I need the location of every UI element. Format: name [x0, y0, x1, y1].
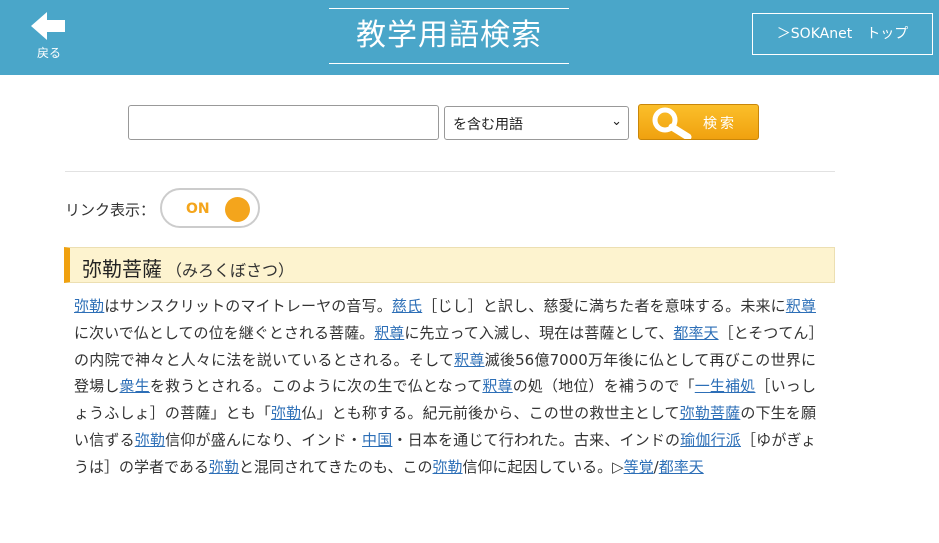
back-button[interactable]: 戻る — [26, 12, 72, 64]
body-text-segment: はサンスクリットのマイトレーヤの音写。 — [104, 297, 392, 315]
entry-term: 弥勒菩薩 （みろくぼさつ） — [82, 253, 294, 282]
search-input[interactable] — [128, 105, 439, 140]
divider — [65, 171, 835, 172]
term-link[interactable]: 都率天 — [673, 324, 718, 342]
term-link[interactable]: 釈尊 — [374, 324, 404, 342]
link-display-label: リンク表示： — [65, 201, 156, 219]
chevron-down-icon: ⌄ — [611, 114, 622, 129]
search-button[interactable]: 検索 — [638, 104, 759, 140]
term-link[interactable]: 慈氏 — [392, 297, 422, 315]
term-link[interactable]: 釈尊 — [786, 297, 816, 315]
toggle-state-label: ON — [186, 201, 210, 217]
term-link[interactable]: 釈尊 — [454, 351, 484, 369]
body-text-segment: ［じし］と訳し、慈愛に満ちた者を意味する。未来に — [422, 297, 786, 315]
search-button-label: 検索 — [703, 116, 737, 132]
entry-term-text: 弥勒菩薩 — [82, 257, 162, 281]
sokanet-top-button[interactable]: ＞SOKAnet トップ — [752, 13, 933, 55]
entry-heading: 弥勒菩薩 （みろくぼさつ） — [64, 247, 835, 283]
term-link[interactable]: 弥勒 — [74, 297, 104, 315]
body-text-segment: に次いで仏としての位を継ぐとされる菩薩。 — [74, 323, 375, 342]
term-link[interactable]: 都率天 — [659, 458, 704, 476]
term-link[interactable]: 釈尊 — [482, 377, 512, 395]
back-label: 戻る — [36, 46, 61, 60]
arrow-left-icon — [31, 12, 65, 40]
entry-reading: （みろくぼさつ） — [166, 261, 295, 280]
term-link[interactable]: 衆生 — [120, 377, 150, 395]
term-link[interactable]: 弥勒菩薩 — [680, 404, 741, 422]
term-link[interactable]: 一生補処 — [695, 377, 756, 395]
term-link[interactable]: 瑜伽行派 — [680, 431, 741, 449]
term-link[interactable]: 弥勒 — [433, 458, 463, 476]
body-text-segment: ・日本を通じて行われた。古来、インドの — [392, 430, 681, 449]
body-text-segment: と混同されてきたのも、この — [238, 457, 433, 476]
header-bar: 戻る 教学用語検索 ＞SOKAnet トップ — [0, 0, 939, 75]
term-link[interactable]: 中国 — [362, 431, 392, 449]
term-link[interactable]: 等覚 — [624, 458, 654, 476]
body-text-segment: を救うとされる。このように次の生で仏となって — [149, 377, 483, 396]
body-text-segment: に先立って入滅し、現在は菩薩として、 — [404, 323, 674, 342]
body-text-segment: 信仰が盛んになり、インド・ — [165, 430, 362, 449]
toggle-knob — [225, 197, 250, 222]
link-display-toggle[interactable]: ON — [160, 188, 260, 228]
magnifier-icon — [652, 107, 692, 139]
search-mode-select[interactable]: を含む用語 ⌄ — [444, 106, 629, 140]
body-text-segment: の処（地位）を補うので「 — [512, 377, 695, 396]
page-title: 教学用語検索 — [329, 8, 569, 64]
body-text-segment: 信仰に起因している。▷ — [462, 457, 624, 476]
entry-body: 弥勒はサンスクリットのマイトレーヤの音写。慈氏［じし］と訳し、慈愛に満ちた者を意… — [74, 293, 816, 481]
term-link[interactable]: 弥勒 — [135, 431, 165, 449]
term-link[interactable]: 弥勒 — [209, 458, 239, 476]
term-link[interactable]: 弥勒 — [271, 404, 301, 422]
body-text-segment: 仏」とも称する。紀元前後から、この世の救世主として — [301, 404, 680, 423]
search-mode-value: を含む用語 — [453, 117, 523, 133]
